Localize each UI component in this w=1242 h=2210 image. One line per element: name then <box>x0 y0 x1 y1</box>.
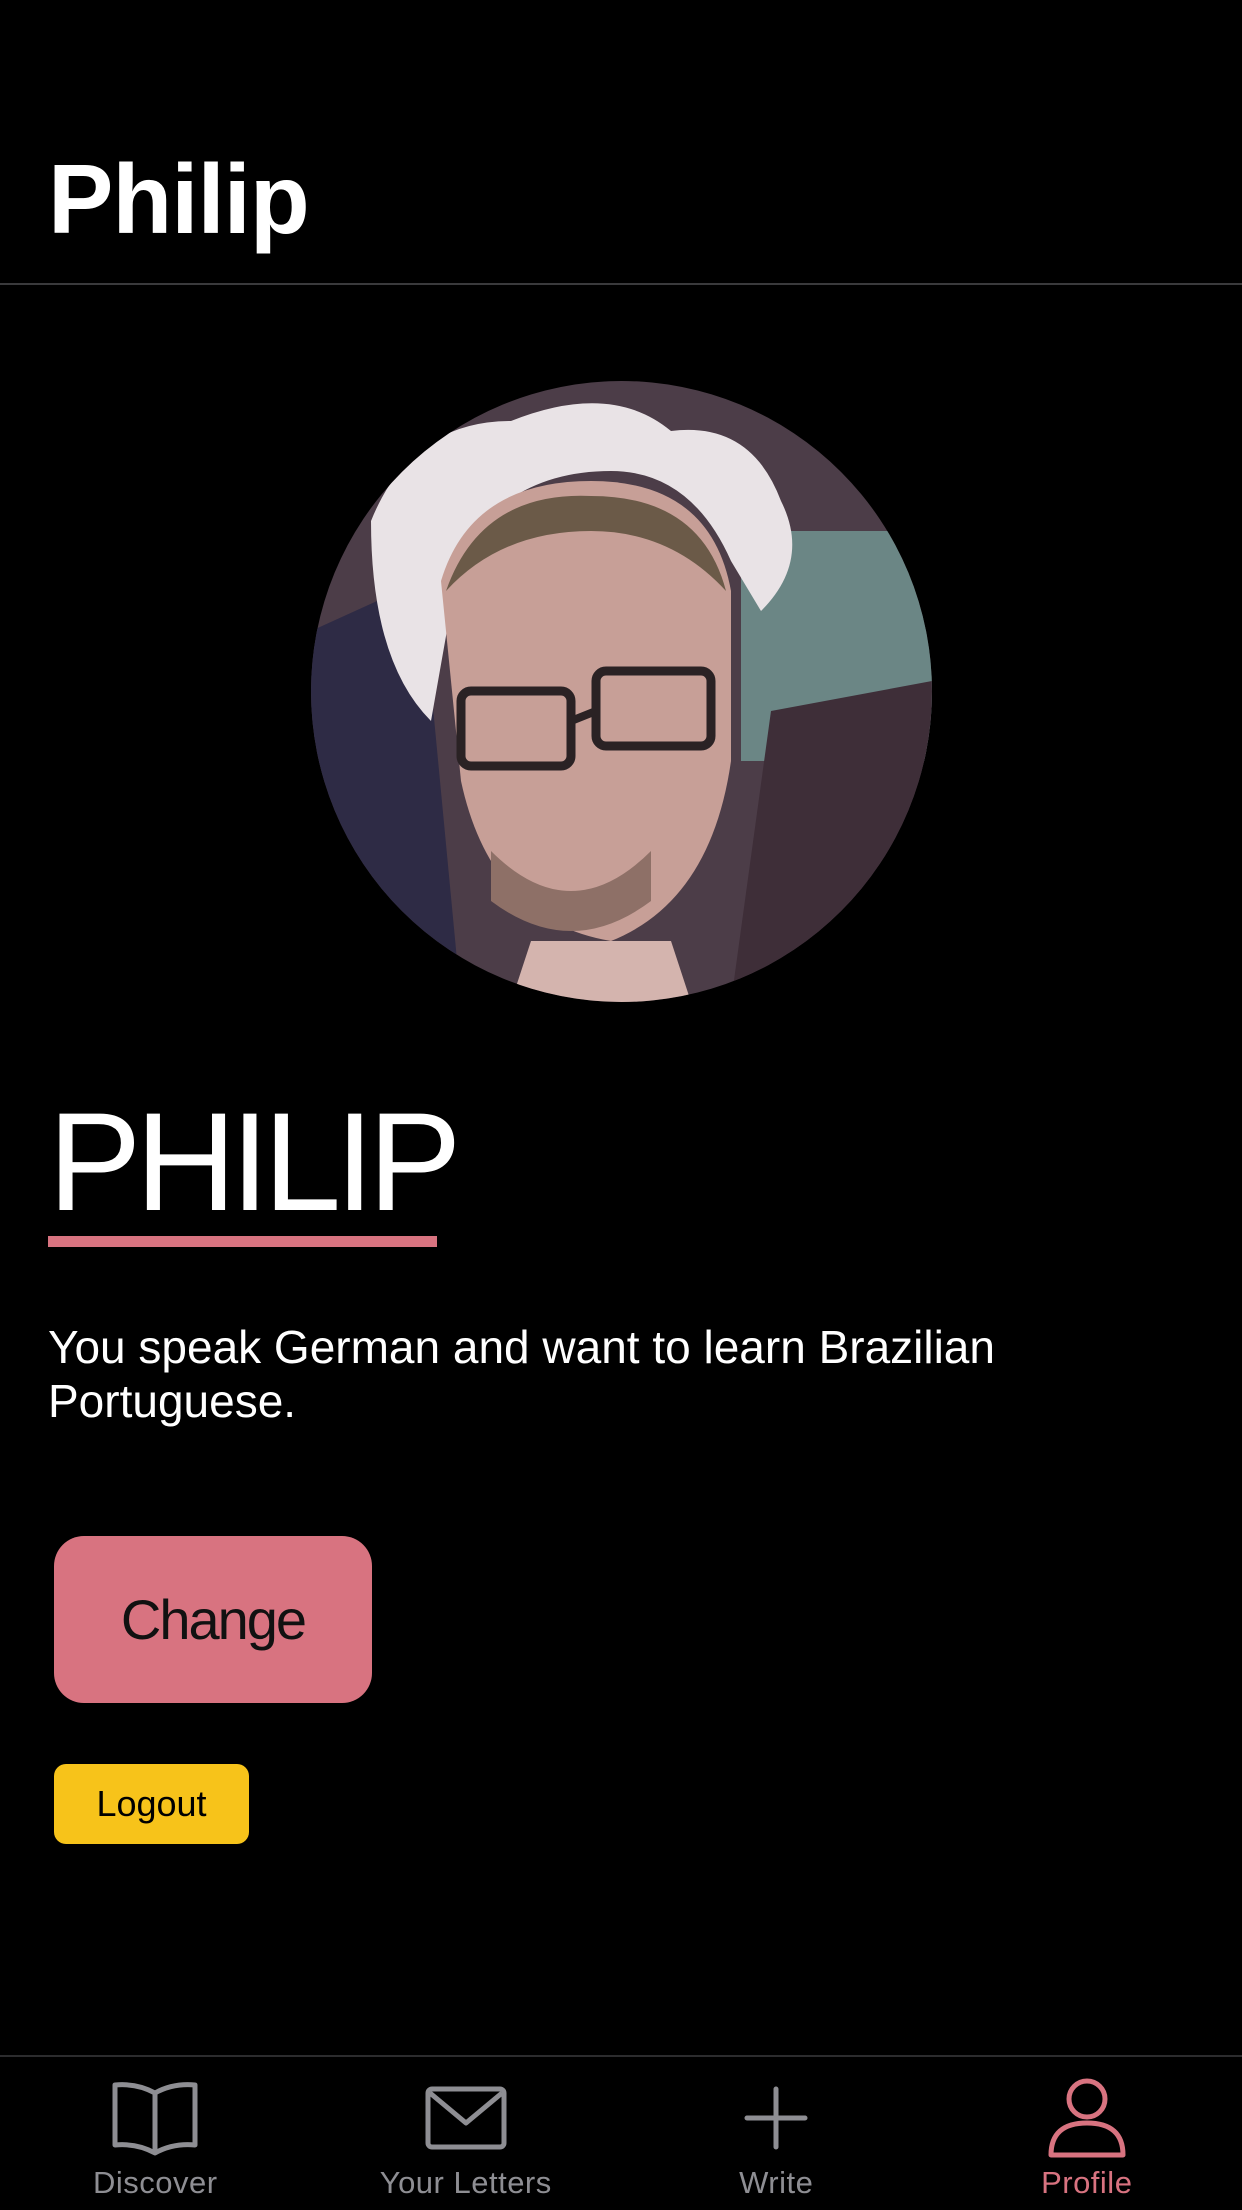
tab-label: Profile <box>932 2165 1242 2201</box>
profile-name: PHILIP <box>48 1092 456 1232</box>
tab-discover[interactable]: Discover <box>0 2057 311 2210</box>
tab-label: Your Letters <box>311 2165 622 2201</box>
change-button[interactable]: Change <box>54 1536 372 1703</box>
book-icon <box>107 2075 203 2159</box>
envelope-icon <box>418 2075 514 2159</box>
language-description: You speak German and want to learn Brazi… <box>48 1320 1148 1428</box>
person-icon <box>1039 2075 1135 2159</box>
avatar-photo <box>311 381 932 1002</box>
avatar <box>311 381 932 1002</box>
page-title: Philip <box>48 150 309 248</box>
navigation-header: Philip <box>0 0 1242 285</box>
tab-label: Discover <box>0 2165 311 2201</box>
name-underline <box>48 1236 437 1247</box>
logout-button[interactable]: Logout <box>54 1764 249 1844</box>
tab-label: Write <box>621 2165 932 2201</box>
tab-write[interactable]: Write <box>621 2057 932 2210</box>
tab-profile[interactable]: Profile <box>932 2057 1242 2210</box>
plus-icon <box>728 2075 824 2159</box>
tab-bar: Discover Your Letters Write Profile <box>0 2055 1242 2210</box>
tab-your-letters[interactable]: Your Letters <box>311 2057 622 2210</box>
